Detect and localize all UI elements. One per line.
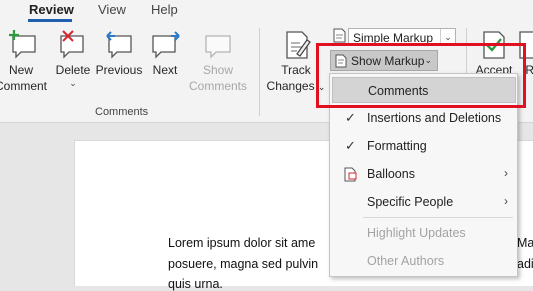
tab-view[interactable]: View: [98, 2, 126, 17]
new-comment-icon: [9, 30, 36, 59]
menu-item-highlight-updates[interactable]: Highlight Updates: [330, 220, 517, 246]
document-text-line[interactable]: Lorem ipsum dolor sit ame: [168, 236, 315, 250]
chevron-down-icon[interactable]: ⌄: [52, 78, 94, 88]
menu-item-formatting[interactable]: ✓ Formatting: [330, 133, 517, 159]
track-changes-label-2: Changes: [266, 79, 315, 93]
menu-item-label: Highlight Updates: [367, 226, 466, 240]
previous-comment-icon: [106, 31, 132, 59]
document-text-line[interactable]: quis urna.: [168, 277, 223, 291]
track-changes-icon: [286, 31, 311, 59]
menu-item-other-authors[interactable]: Other Authors: [330, 248, 517, 274]
menu-item-label: Formatting: [367, 139, 427, 153]
menu-item-label: Insertions and Deletions: [367, 111, 502, 125]
menu-separator: [363, 217, 513, 218]
chevron-right-icon: ›: [504, 194, 508, 208]
document-text-fragment[interactable]: Mae: [517, 236, 533, 250]
display-for-review-icon: [333, 28, 346, 43]
show-comments-button[interactable]: Show Comments: [186, 30, 250, 94]
tab-help[interactable]: Help: [151, 2, 178, 17]
menu-item-insertions-and-deletions[interactable]: ✓ Insertions and Deletions: [330, 105, 517, 131]
checkmark-icon: ✓: [345, 110, 356, 125]
menu-item-label: Balloons: [367, 167, 415, 181]
menu-item-balloons[interactable]: Balloons ›: [330, 161, 517, 187]
comments-group-label: Comments: [95, 106, 149, 118]
document-text-fragment[interactable]: adi: [517, 257, 533, 271]
balloons-icon: [344, 167, 357, 182]
ribbon-tabs: Review View Help: [0, 0, 533, 22]
next-label: Next: [152, 63, 178, 77]
chevron-right-icon: ›: [504, 166, 508, 180]
menu-item-specific-people[interactable]: Specific People ›: [330, 189, 517, 215]
delete-comment-icon: [60, 30, 84, 59]
group-separator: [259, 28, 260, 116]
show-comments-label-1: Show: [202, 63, 234, 77]
highlight-annotation-box: [316, 43, 526, 108]
delete-comment-button[interactable]: Delete ⌄: [52, 30, 94, 88]
track-changes-label-1: Track: [281, 63, 311, 77]
checkmark-icon: ✓: [345, 138, 356, 153]
menu-item-label: Specific People: [367, 195, 454, 209]
tab-review[interactable]: Review: [29, 2, 74, 17]
show-comments-label-2: Comments: [188, 79, 247, 93]
reject-label: Re: [525, 63, 533, 77]
new-comment-button[interactable]: New Comment: [0, 30, 48, 94]
show-comments-icon: [205, 35, 231, 59]
next-comment-button[interactable]: Next: [146, 30, 184, 78]
next-comment-icon: [152, 31, 180, 59]
new-comment-label-2: Comment: [0, 79, 47, 93]
previous-comment-button[interactable]: Previous: [94, 30, 144, 78]
menu-item-label: Other Authors: [367, 254, 445, 268]
document-text-line[interactable]: posuere, magna sed pulvin: [168, 257, 318, 271]
previous-label: Previous: [95, 63, 143, 77]
delete-label: Delete: [55, 63, 91, 77]
new-comment-label-1: New: [8, 63, 33, 77]
